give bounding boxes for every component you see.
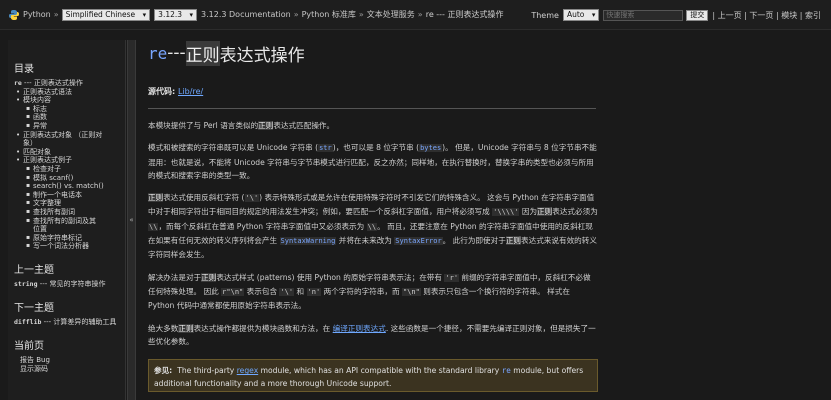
toc-item[interactable]: 文字整理 [14, 199, 125, 208]
prev-topic-heading: 上一主题 [14, 264, 54, 276]
toc-item[interactable]: re --- 正则表达式操作 [14, 79, 125, 88]
breadcrumb-text-services-link[interactable]: 文本处理服务 [367, 9, 415, 20]
toc-item[interactable]: 正则表达式例子 [14, 156, 125, 165]
modules-link[interactable]: 模块 [781, 11, 797, 20]
syntaxwarning-link[interactable]: SyntaxWarning [279, 237, 337, 246]
paragraph-backslash: 正则表达式使用反斜杠字符 ('\') 表示特殊形式或是允许在使用特殊字符时不引发… [148, 193, 598, 260]
theme-select[interactable]: Auto [562, 9, 600, 21]
toc-item[interactable]: 查找所有副词 [14, 208, 125, 217]
toc-item[interactable]: 检查对子 [14, 165, 125, 174]
breadcrumb-separator: » [53, 10, 59, 19]
breadcrumb-separator: » [293, 10, 299, 19]
version-select[interactable]: 3.12.3 [154, 8, 198, 21]
next-topic-section: 下一主题 difflib --- 计算差异的辅助工具 [14, 299, 125, 327]
theme-label: Theme [531, 10, 559, 20]
breadcrumb-docs-link[interactable]: 3.12.3 Documentation [201, 10, 291, 19]
toc-item[interactable]: 标志 [14, 105, 125, 114]
main-content: re --- 正则 表达式操作 源代码: Lib/re/ 本模块提供了与 Perl… [148, 40, 598, 393]
prev-topic-section: 上一主题 string --- 常见的字符串操作 [14, 261, 125, 289]
toc-item[interactable]: 模块内容 [14, 96, 125, 105]
search-submit-button[interactable]: 提交 [686, 9, 709, 21]
python-logo-icon[interactable] [8, 9, 20, 21]
see-also-label: 参见: [154, 366, 173, 376]
regex-module-link[interactable]: regex [237, 366, 258, 375]
see-also-box: 参见: The third-party regex module, which h… [148, 359, 598, 393]
divider [148, 108, 596, 109]
next-topic-heading: 下一主题 [14, 302, 54, 314]
source-code-line: 源代码: Lib/re/ [148, 87, 204, 96]
toc-item[interactable]: 正则表达式对象 （正则对 [14, 131, 125, 140]
language-select[interactable]: Simplified Chinese [61, 8, 151, 21]
toc-item-continued[interactable]: 象） [14, 139, 125, 148]
compile-regex-link[interactable]: 编译正则表达式 [333, 324, 386, 333]
python-home-link[interactable]: Python [23, 10, 51, 19]
breadcrumb-current: re --- 正则表达式操作 [425, 10, 504, 19]
toc-item[interactable]: 原始字符串标记 [14, 234, 125, 243]
paragraph-intro: 本模块提供了与 Perl 语言类似的正则表达式匹配操作。 [148, 121, 335, 130]
toc-item[interactable]: 制作一个电话本 [14, 191, 125, 200]
breadcrumb-separator: » [358, 10, 364, 19]
toc-item[interactable]: 查找所有的副词及其 [14, 217, 125, 226]
next-page-link[interactable]: 下一页 [749, 11, 773, 20]
syntaxerror-link[interactable]: SyntaxError [394, 237, 443, 246]
re-module-link[interactable]: re [502, 366, 511, 375]
next-topic-link[interactable]: difflib --- 计算差异的辅助工具 [14, 318, 125, 327]
paragraph-unicode: 模式和被搜索的字符串既可以是 Unicode 字符串 (str)，也可以是 8 … [148, 143, 597, 180]
toc-item[interactable]: 正则表达式语法 [14, 88, 125, 97]
paragraph-functions: 绝大多数正则表达式操作都提供为模块函数和方法，在 编译正则表达式. 这些函数是一… [148, 323, 596, 346]
toc-item[interactable]: 模拟 scanf() [14, 174, 125, 183]
prev-topic-link[interactable]: string --- 常见的字符串操作 [14, 280, 125, 289]
str-link[interactable]: str [318, 144, 333, 153]
toc-list: re --- 正则表达式操作 正则表达式语法 模块内容 标志 函数 异常 正则表… [14, 79, 125, 251]
source-code-link[interactable]: Lib/re/ [178, 87, 203, 96]
report-bug-link[interactable]: 报告 Bug [14, 356, 125, 365]
paragraph-raw-strings: 解决办法是对于正则表达式样式 (patterns) 使用 Python 的原始字… [148, 272, 591, 311]
toc-item[interactable]: 函数 [14, 113, 125, 122]
top-navigation-bar: Python » Simplified Chinese 3.12.3 3.12.… [0, 0, 831, 30]
toc-item-continued[interactable]: 位置 [14, 225, 125, 234]
toc-heading: 目录 [14, 64, 34, 75]
sidebar: 目录 re --- 正则表达式操作 正则表达式语法 模块内容 标志 函数 异常 … [8, 40, 126, 400]
breadcrumb-stdlib-link[interactable]: Python 标准库 [302, 9, 356, 20]
this-page-section: 当前页 报告 Bug 显示源码 [14, 337, 125, 374]
show-source-link[interactable]: 显示源码 [14, 365, 125, 374]
toc-item[interactable]: search() vs. match() [14, 182, 125, 191]
toc-item[interactable]: 异常 [14, 122, 125, 131]
page-nav-links: | 上一页 | 下一页 | 模块 | 索引 [712, 10, 821, 20]
topbar-right-group: Theme Auto 提交 | 上一页 | 下一页 | 模块 | 索引 [531, 0, 821, 30]
sidebar-collapse-button[interactable]: « [127, 40, 136, 400]
bytes-link[interactable]: bytes [419, 144, 443, 153]
page-title: re --- 正则 表达式操作 [148, 40, 598, 66]
this-page-heading: 当前页 [14, 340, 44, 352]
prev-page-link[interactable]: 上一页 [718, 11, 742, 20]
quick-search-input[interactable] [603, 9, 684, 21]
index-link[interactable]: 索引 [805, 11, 821, 20]
toc-item[interactable]: 写一个词法分析器 [14, 242, 125, 251]
breadcrumb-separator: » [417, 10, 423, 19]
